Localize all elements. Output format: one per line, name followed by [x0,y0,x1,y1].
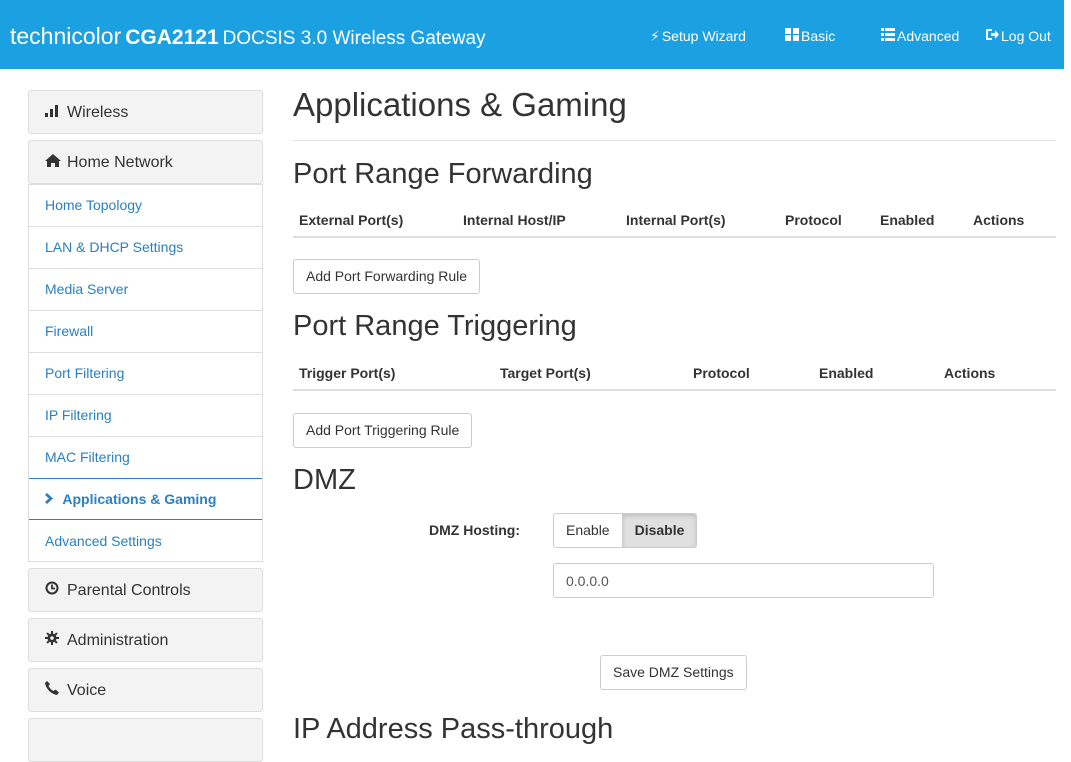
col-trigger-actions: Actions [944,365,996,381]
chevron-right-icon [45,491,62,507]
sidebar-item-advanced-settings[interactable]: Advanced Settings [29,521,262,563]
dmz-hosting-label: DMZ Hosting: [429,522,520,538]
port-forwarding-heading: Port Range Forwarding [293,158,593,190]
brand-name: technicolor [10,23,122,49]
title-divider [293,140,1056,141]
clock-icon [45,569,67,611]
page-title: Applications & Gaming [293,86,627,123]
col-trigger-protocol: Protocol [693,365,750,381]
list-icon [881,27,895,45]
model-name: CGA2121 [125,26,219,49]
col-trigger-ports: Trigger Port(s) [299,365,396,381]
sidebar-item-ip-filtering[interactable]: IP Filtering [29,395,262,437]
dmz-hosting-toggle: Enable Disable [553,513,698,548]
sidebar-group-home-network[interactable]: Home Network [28,140,263,184]
brand-title: technicolor CGA2121 DOCSIS 3.0 Wireless Ga… [10,22,486,53]
grid-icon [785,27,799,45]
col-enabled: Enabled [880,212,935,228]
gear-icon [45,619,67,661]
sidebar-item-mac-filtering[interactable]: MAC Filtering [29,437,262,479]
signal-bars-icon [45,91,67,133]
sidebar-group-more[interactable] [28,718,263,762]
sidebar-item-port-filtering[interactable]: Port Filtering [29,353,262,395]
sidebar-group-parental-controls[interactable]: Parental Controls [28,568,263,612]
save-dmz-settings-button[interactable]: Save DMZ Settings [600,655,747,690]
dmz-disable-option[interactable]: Disable [622,514,697,547]
sidebar-group-wireless[interactable]: Wireless [28,90,263,134]
basic-link[interactable]: Basic [785,27,835,45]
advanced-link[interactable]: Advanced [881,27,959,45]
port-triggering-heading: Port Range Triggering [293,310,577,342]
sidebar-item-home-topology[interactable]: Home Topology [29,185,262,227]
sidebar-item-applications-gaming[interactable]: Applications & Gaming [29,478,262,520]
home-network-submenu: Home Topology LAN & DHCP Settings Media … [28,184,263,562]
product-name: DOCSIS 3.0 Wireless Gateway [222,28,486,49]
sidebar-item-media-server[interactable]: Media Server [29,269,262,311]
col-external-ports: External Port(s) [299,212,404,228]
logout-link[interactable]: Log Out [985,27,1051,45]
sidebar-group-voice[interactable]: Voice [28,668,263,712]
sidebar-item-firewall[interactable]: Firewall [29,311,262,353]
forwarding-table-rule [293,236,1056,238]
col-protocol: Protocol [785,212,842,228]
triggering-table-rule [293,389,1056,391]
dmz-heading: DMZ [293,464,356,496]
col-trigger-enabled: Enabled [819,365,874,381]
dmz-enable-option[interactable]: Enable [554,514,623,547]
col-internal-host: Internal Host/IP [463,212,566,228]
sidebar-item-lan-dhcp[interactable]: LAN & DHCP Settings [29,227,262,269]
bolt-icon: ⚡ [650,28,660,44]
logout-icon [985,27,999,45]
ip-passthrough-heading: IP Address Pass-through [293,713,614,745]
col-actions: Actions [973,212,1025,228]
sidebar-group-administration[interactable]: Administration [28,618,263,662]
home-icon [45,141,67,183]
setup-wizard-link[interactable]: ⚡ Setup Wizard [650,27,746,45]
top-navigation-bar: technicolor CGA2121 DOCSIS 3.0 Wireless Ga… [0,0,1064,69]
col-target-ports: Target Port(s) [500,365,591,381]
phone-icon [45,669,67,711]
dmz-ip-input[interactable] [553,563,934,598]
add-port-triggering-rule-button[interactable]: Add Port Triggering Rule [293,413,473,448]
col-internal-ports: Internal Port(s) [626,212,726,228]
add-port-forwarding-rule-button[interactable]: Add Port Forwarding Rule [293,259,481,294]
